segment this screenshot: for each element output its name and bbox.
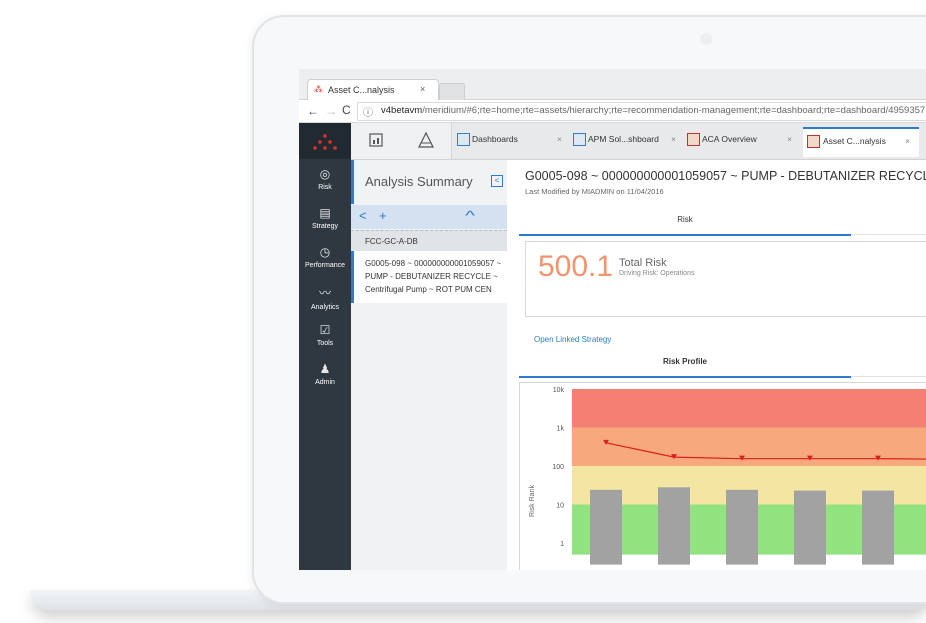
bar: [862, 490, 894, 565]
driving-risk: Driving Risk: Operations: [619, 270, 695, 277]
back-icon[interactable]: <: [359, 208, 367, 223]
app-logo: [299, 123, 351, 159]
tab-risk-profile[interactable]: Risk Profile: [519, 348, 851, 378]
reload-icon[interactable]: C: [342, 103, 351, 117]
risk-card: 500.1 Total Risk Driving Risk: Operation…: [525, 241, 926, 317]
analysis-icon: [807, 135, 820, 148]
browser-tab-title: Asset C...nalysis: [328, 85, 395, 95]
y-tick-label: 10k: [553, 387, 565, 394]
forward-arrow-icon[interactable]: →: [325, 104, 337, 118]
screen: ⁂ Asset C...nalysis × ← → C ⓘ v4betavm/m…: [299, 69, 926, 570]
add-icon[interactable]: +: [379, 208, 387, 223]
profile-tabs: Risk Profile: [519, 348, 926, 378]
laptop-camera: [700, 33, 712, 45]
home-tab[interactable]: [351, 123, 402, 159]
asset-hierarchy-tab[interactable]: [401, 123, 452, 159]
user-icon: ♟: [319, 362, 331, 376]
nav-admin[interactable]: ♟ Admin: [299, 362, 351, 386]
trend-icon: 〰: [318, 286, 331, 300]
risk-profile-chart: 10k 1k 100 10 1 Risk Rank: [519, 382, 926, 570]
risk-tabs: Risk: [519, 206, 926, 236]
close-icon[interactable]: ×: [671, 134, 676, 144]
chart-svg: 10k 1k 100 10 1 Risk Rank: [529, 387, 926, 565]
y-tick-label: 100: [552, 464, 564, 471]
open-linked-strategy-link[interactable]: Open Linked Strategy: [534, 335, 611, 344]
analysis-sidepanel: Analysis Summary < < + ^ FCC-GC-A-DB G00…: [351, 160, 510, 570]
y-axis-label: Risk Rank: [529, 485, 536, 517]
hierarchy-icon: [418, 131, 434, 148]
collapse-panel-button[interactable]: <: [491, 175, 503, 187]
close-icon[interactable]: ×: [905, 136, 910, 146]
app-nav: ◎ Risk ▤ Strategy ◷ Performance 〰 Analytics …: [299, 123, 351, 570]
panel-accent: [351, 160, 354, 204]
browser-tabbar: ⁂ Asset C...nalysis ×: [299, 69, 926, 101]
nav-performance[interactable]: ◷ Performance: [299, 245, 351, 269]
risk-band-0: [572, 389, 926, 428]
y-tick-label: 1: [560, 541, 564, 548]
dashboard-icon: [457, 133, 470, 146]
tab-risk[interactable]: Risk: [519, 206, 851, 236]
dashboard-icon: [573, 133, 586, 146]
main-content: G0005-098 ~ 000000000001059057 ~ PUMP - …: [507, 160, 926, 570]
panel-title: Analysis Summary: [365, 174, 473, 189]
browser-tab[interactable]: ⁂ Asset C...nalysis ×: [307, 79, 439, 100]
tab-asset-criticality-analysis[interactable]: Asset C...nalysis ×: [803, 127, 919, 157]
nav-analytics[interactable]: 〰 Analytics: [299, 284, 351, 311]
list-item-parent[interactable]: FCC-GC-A-DB: [351, 230, 507, 252]
nav-strategy[interactable]: ▤ Strategy: [299, 206, 351, 230]
y-tick-label: 1k: [557, 426, 565, 433]
close-icon[interactable]: ×: [787, 134, 792, 144]
logo-icon: [313, 134, 337, 150]
tab-dashboards[interactable]: Dashboards ×: [457, 129, 571, 153]
document-icon: ▤: [319, 206, 331, 220]
checkbox-icon: ☑: [319, 323, 331, 337]
close-icon[interactable]: ×: [420, 84, 425, 94]
analysis-icon: [687, 133, 700, 146]
app-tabbar: Dashboards × APM Sol...shboard × ACA Ove…: [351, 123, 926, 160]
target-icon: ◎: [319, 167, 331, 181]
last-modified: Last Modified by MIADMIN on 11/04/2016: [525, 187, 664, 196]
clock-icon: ◷: [319, 245, 331, 259]
total-risk-label: Total Risk: [619, 257, 667, 269]
tab-apm-solution-dashboard[interactable]: APM Sol...shboard ×: [573, 129, 683, 153]
bar: [794, 490, 826, 565]
page-title: G0005-098 ~ 000000000001059057 ~ PUMP - …: [525, 169, 926, 183]
list-item-selected[interactable]: G0005-098 ~ 000000000001059057 ~ PUMP - …: [351, 251, 510, 303]
close-icon[interactable]: ×: [557, 134, 562, 144]
info-icon: ⓘ: [363, 108, 373, 119]
address-bar: ← → C ⓘ v4betavm/meridium/#6;rte=home;rt…: [299, 100, 926, 123]
bar: [590, 489, 622, 565]
url-text: v4betavm/meridium/#6;rte=home;rte=assets…: [381, 105, 926, 116]
nav-tools[interactable]: ☑ Tools: [299, 323, 351, 347]
total-risk-value: 500.1: [538, 250, 614, 283]
nav-risk[interactable]: ◎ Risk: [299, 167, 351, 191]
back-arrow-icon[interactable]: ←: [307, 104, 319, 118]
bar: [726, 489, 758, 565]
dashboard-icon: [369, 133, 383, 147]
chevron-up-icon[interactable]: ^: [465, 208, 475, 223]
y-tick-label: 10: [556, 503, 564, 510]
new-tab-button[interactable]: [439, 83, 465, 101]
panel-toolbar: < + ^: [351, 205, 507, 229]
favicon-icon: ⁂: [314, 84, 323, 94]
bar: [658, 487, 690, 565]
tab-aca-overview[interactable]: ACA Overview ×: [687, 129, 799, 153]
